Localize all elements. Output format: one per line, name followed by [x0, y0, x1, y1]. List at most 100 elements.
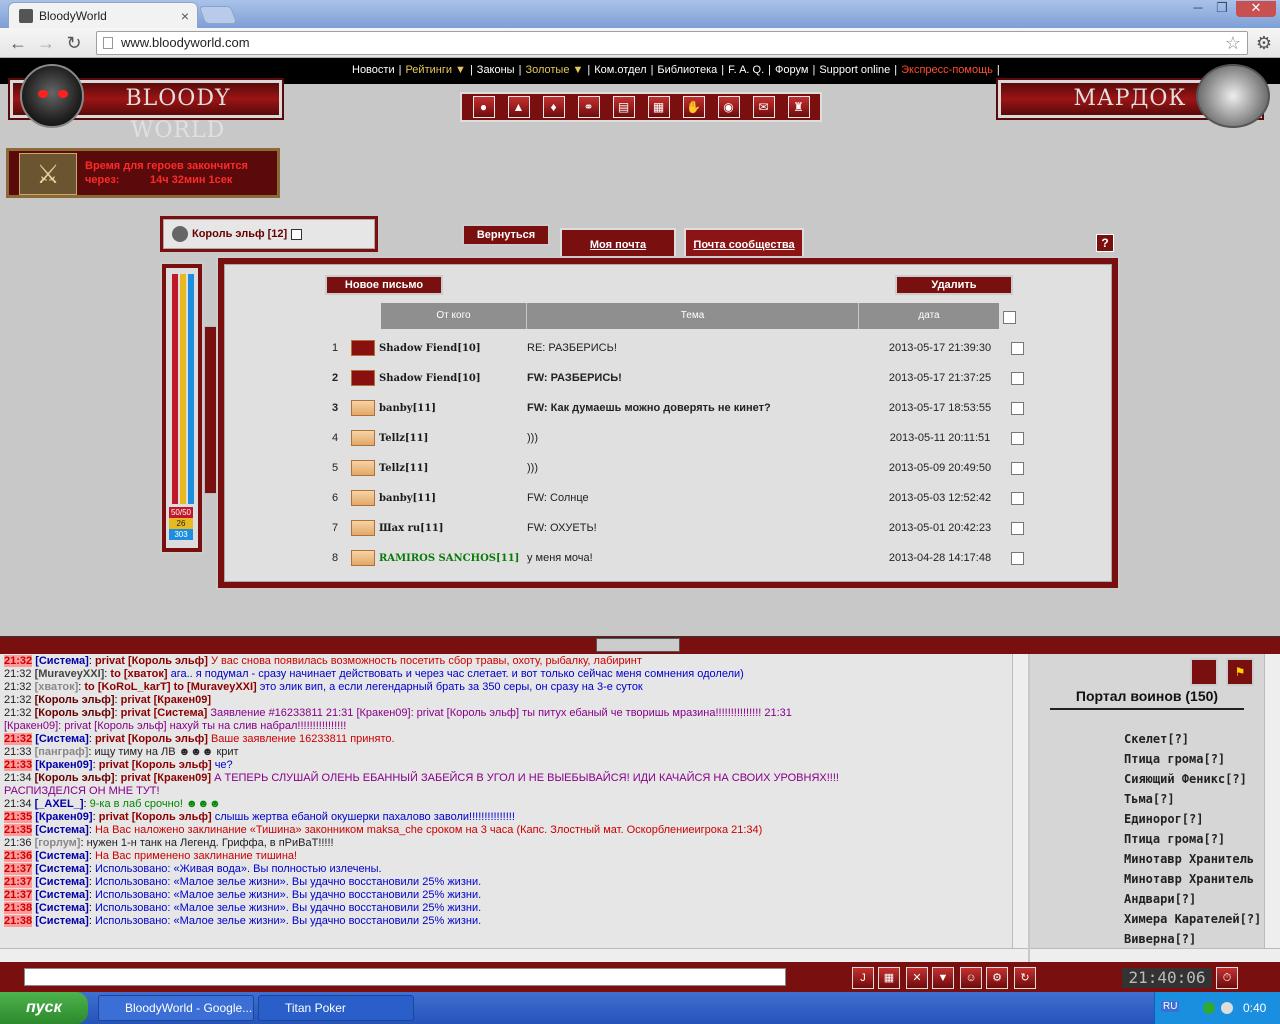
chat-scrollbar[interactable]	[1012, 654, 1028, 948]
warrior-item[interactable]: Скелет[?]	[1124, 732, 1189, 746]
nav-faq[interactable]: F. A. Q.	[726, 64, 766, 76]
timer-icon[interactable]: ⏱	[1216, 967, 1238, 989]
warrior-item[interactable]: Химера Карателей[?]	[1124, 912, 1261, 926]
warrior-item[interactable]: Тьма[?]	[1124, 792, 1175, 806]
mail-row[interactable]: 2 Shadow Fiend[10] FW: РАЗБЕРИСЬ! 2013-05-1…	[325, 363, 1025, 393]
chat-author[interactable]: [Система]	[35, 863, 89, 875]
envelope-icon[interactable]	[351, 430, 375, 446]
mail-row-checkbox[interactable]	[1011, 551, 1024, 565]
options-icon[interactable]: ⚙	[986, 967, 1008, 989]
mail-subject[interactable]: )))	[527, 432, 875, 444]
task-chrome[interactable]: BloodyWorld - Google...	[98, 995, 254, 1021]
mail-from[interactable]: Tellz[11]	[379, 463, 525, 474]
envelope-icon[interactable]	[351, 520, 375, 536]
chat-author[interactable]: [Система]	[35, 902, 89, 914]
mail-row[interactable]: 4 Tellz[11]))) 2013-05-11 20:11:51	[325, 423, 1025, 453]
nav-gold[interactable]: Золотые ▼	[523, 64, 585, 76]
mail-subject[interactable]: FW: ОХУЕТЬ!	[527, 522, 875, 534]
mail-subject[interactable]: RE: РАЗБЕРИСЬ!	[527, 342, 875, 354]
translit-icon[interactable]: J	[852, 967, 874, 989]
mail-row[interactable]: 3 banby[11] FW: Как думаешь можно доверять…	[325, 393, 1025, 423]
warrior-item[interactable]: Единорог[?]	[1124, 812, 1203, 826]
envelope-icon[interactable]	[351, 490, 375, 506]
mail-subject[interactable]: FW: РАЗБЕРИСЬ!	[527, 372, 875, 384]
chat-author[interactable]: [Система]	[35, 876, 89, 888]
bookmark-star-icon[interactable]: ☆	[1225, 32, 1241, 54]
chat-author[interactable]: [Кракен09]	[35, 759, 92, 771]
mail-row-checkbox[interactable]	[1011, 341, 1024, 355]
nav-forum[interactable]: Форум	[773, 64, 810, 76]
mail-from[interactable]: RAMIROS SANCHOS[11]	[379, 553, 525, 564]
forward-arrow-icon[interactable]: →	[34, 32, 58, 54]
chat-private-target[interactable]: privat [Король эльф]	[99, 759, 212, 771]
mail-from[interactable]: Tellz[11]	[379, 433, 525, 444]
help-button[interactable]: ?	[1096, 234, 1114, 252]
character-icon[interactable]: ▲	[507, 96, 530, 118]
back-button[interactable]: Вернуться	[462, 224, 550, 246]
nav-ratings[interactable]: Рейтинги ▼	[403, 64, 467, 76]
bag-icon[interactable]: ●	[472, 96, 495, 118]
new-letter-button[interactable]: Новое письмо	[325, 275, 443, 295]
select-all-checkbox[interactable]	[1003, 311, 1016, 324]
network-icon[interactable]	[1203, 1002, 1215, 1014]
chat-icon[interactable]	[1190, 658, 1218, 686]
chat-author[interactable]: [Король эльф]	[35, 772, 115, 784]
chat-private-target[interactable]: privat [Король эльф]	[95, 655, 208, 667]
mail-from[interactable]: Shadow Fiend[10]	[379, 343, 525, 354]
browser-tab[interactable]: BloodyWorld ×	[8, 2, 198, 28]
chat-author[interactable]: [Кракен09]	[35, 811, 92, 823]
chat-author[interactable]: [Система]	[35, 824, 89, 836]
warrior-item[interactable]: Птица грома[?]	[1124, 752, 1225, 766]
mail-row[interactable]: 1 Shadow Fiend[10] RE: РАЗБЕРИСЬ! 2013-05-1…	[325, 333, 1025, 363]
red-seal-icon[interactable]	[351, 370, 375, 386]
mail-row-checkbox[interactable]	[1011, 401, 1024, 415]
tab-community-mail[interactable]: Почта сообщества	[684, 228, 804, 258]
chat-author[interactable]: [_AXEL_]	[35, 798, 84, 810]
mail-row-checkbox[interactable]	[1011, 521, 1024, 535]
mail-icon[interactable]: ✉	[752, 96, 775, 118]
chat-private-target[interactable]: privat [Король эльф]	[99, 811, 212, 823]
filter-icon[interactable]: ▦	[878, 967, 900, 989]
volume-icon[interactable]	[1221, 1002, 1233, 1014]
flag-icon[interactable]: ⚑	[1226, 658, 1254, 686]
chat-author[interactable]: [панграф]	[35, 746, 89, 758]
reload-icon[interactable]: ↻	[62, 32, 86, 54]
warrior-item[interactable]: Птица грома[?]	[1124, 832, 1225, 846]
mail-row[interactable]: 8 RAMIROS SANCHOS[11] у меня моча! 2013-04-…	[325, 543, 1025, 573]
envelope-icon[interactable]	[351, 550, 375, 566]
chat-hscrollbar[interactable]	[0, 948, 1028, 962]
new-tab-button[interactable]	[198, 6, 238, 24]
clear-icon[interactable]: ✕	[906, 967, 928, 989]
language-indicator[interactable]: RU	[1161, 1001, 1180, 1012]
refresh-icon[interactable]: ↻	[1014, 967, 1036, 989]
chat-private-target[interactable]: to [KoRoL_karT] to [MuraveyXXI]	[84, 681, 256, 693]
warrior-item[interactable]: Минотавр Хранитель	[1124, 872, 1254, 886]
warrior-item[interactable]: Виверна[?]	[1124, 932, 1196, 946]
character-name[interactable]: Король эльф [12]	[192, 228, 287, 240]
smiley-icon[interactable]: ☺	[960, 967, 982, 989]
mail-from[interactable]: banby[11]	[379, 493, 525, 504]
nav-news[interactable]: Новости	[350, 64, 397, 76]
mail-row[interactable]: 6 banby[11] FW: Солнце 2013-05-03 12:52:42	[325, 483, 1025, 513]
scroll-icon[interactable]: ▤	[612, 96, 635, 118]
chat-divider[interactable]	[0, 636, 1280, 654]
mail-from[interactable]: banby[11]	[379, 403, 525, 414]
chat-author[interactable]: [MuraveyXXI]	[35, 668, 105, 680]
back-arrow-icon[interactable]: ←	[6, 32, 30, 54]
address-bar[interactable]: www.bloodyworld.com ☆	[96, 31, 1248, 55]
mail-row-checkbox[interactable]	[1011, 371, 1024, 385]
chat-input[interactable]	[24, 968, 786, 986]
maximize-button[interactable]: ❐	[1210, 1, 1234, 17]
mail-row-checkbox[interactable]	[1011, 491, 1024, 505]
portal-scrollbar[interactable]	[1264, 654, 1280, 948]
task-titan-poker[interactable]: Titan Poker	[258, 995, 414, 1021]
warrior-item[interactable]: Сияющий Феникс[?]	[1124, 772, 1247, 786]
chat-private-target[interactable]: privat [Кракен09]	[121, 694, 211, 706]
wrench-menu-icon[interactable]: ⚙	[1252, 32, 1276, 54]
tab-close-icon[interactable]: ×	[181, 8, 189, 24]
chat-private-target[interactable]: to [хваток]	[110, 668, 167, 680]
chat-author[interactable]: [Система]	[35, 850, 89, 862]
map-icon[interactable]: ▦	[647, 96, 670, 118]
minimize-button[interactable]: ─	[1186, 1, 1210, 17]
mail-row[interactable]: 7 Шах ru[11] FW: ОХУЕТЬ! 2013-05-01 20:42:2…	[325, 513, 1025, 543]
